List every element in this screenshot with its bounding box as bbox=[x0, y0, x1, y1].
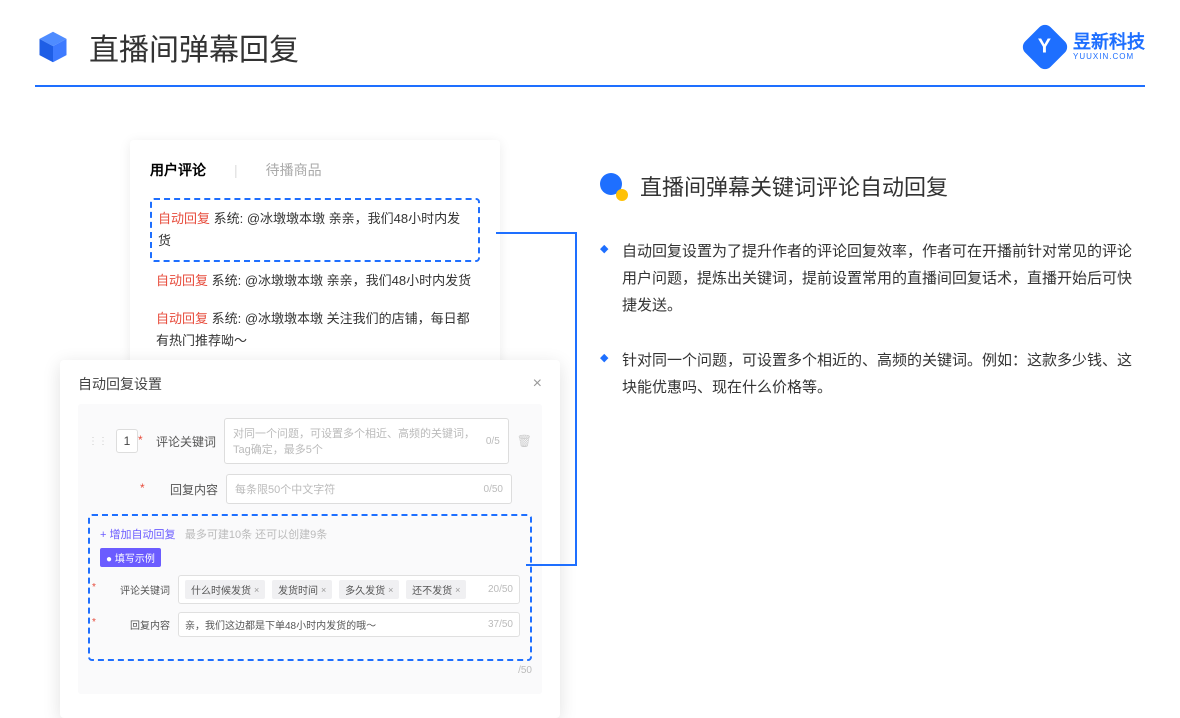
cube-icon bbox=[35, 29, 71, 65]
page-title: 直播间弹幕回复 bbox=[89, 25, 299, 69]
tag-remove-icon[interactable]: × bbox=[455, 585, 460, 595]
comment-text: 系统: @冰墩墩本墩 亲亲，我们48小时内发货 bbox=[208, 273, 471, 288]
keyword-input[interactable]: 对同一个问题，可设置多个相近、高频的关键词，Tag确定，最多5个 0/5 bbox=[224, 418, 509, 464]
tag-chip[interactable]: 还不发货× bbox=[406, 580, 466, 599]
header-left: 直播间弹幕回复 bbox=[35, 25, 299, 69]
brand-logo: Y 昱新科技 YUUXIN.COM bbox=[1027, 29, 1145, 65]
content-counter: 0/50 bbox=[484, 484, 503, 495]
left-panel: 用户评论 | 待播商品 自动回复 系统: @冰墩墩本墩 亲亲，我们48小时内发货… bbox=[60, 140, 560, 400]
feature-list: 自动回复设置为了提升作者的评论回复效率，作者可在开播前针对常见的评论用户问题，提… bbox=[600, 238, 1140, 401]
keyword-counter: 0/5 bbox=[486, 436, 500, 447]
settings-card: 自动回复设置 × ⋮⋮ 1 评论关键词 对同一个问题，可设置多个相近、高频的关键… bbox=[60, 360, 560, 718]
brand-url: YUUXIN.COM bbox=[1073, 53, 1145, 62]
settings-title: 自动回复设置 bbox=[78, 374, 162, 394]
ex-content-label: 回复内容 bbox=[100, 617, 170, 632]
tag-chip[interactable]: 多久发货× bbox=[339, 580, 399, 599]
tag-remove-icon[interactable]: × bbox=[254, 585, 259, 595]
comment-row: 自动回复 系统: @冰墩墩本墩 关注我们的店铺，每日都有热门推荐呦～ bbox=[150, 300, 480, 360]
add-hint: 最多可建10条 还可以创建9条 bbox=[185, 529, 327, 541]
ex-content-value: 亲，我们这边都是下单48小时内发货的哦～ bbox=[185, 617, 376, 632]
ex-keyword-input[interactable]: 什么时候发货× 发货时间× 多久发货× 还不发货× 20/50 bbox=[178, 575, 520, 604]
auto-reply-tag: 自动回复 bbox=[156, 311, 208, 326]
bullet-icon bbox=[600, 173, 626, 199]
outer-counter: /50 bbox=[88, 665, 532, 676]
brand-name: 昱新科技 bbox=[1073, 33, 1145, 53]
keyword-placeholder: 对同一个问题，可设置多个相近、高频的关键词，Tag确定，最多5个 bbox=[233, 425, 480, 457]
auto-reply-tag: 自动回复 bbox=[158, 211, 210, 226]
section-head: 直播间弹幕关键词评论自动回复 bbox=[600, 170, 1140, 202]
ex-kw-counter: 20/50 bbox=[488, 584, 513, 595]
comment-row: 自动回复 系统: @冰墩墩本墩 亲亲，我们48小时内发货 bbox=[150, 262, 480, 300]
comment-row-highlighted: 自动回复 系统: @冰墩墩本墩 亲亲，我们48小时内发货 bbox=[150, 198, 480, 262]
section-title: 直播间弹幕关键词评论自动回复 bbox=[640, 170, 948, 202]
ex-content-input[interactable]: 亲，我们这边都是下单48小时内发货的哦～ 37/50 bbox=[178, 612, 520, 637]
tab-pending-goods[interactable]: 待播商品 bbox=[266, 160, 322, 180]
auto-reply-tag: 自动回复 bbox=[156, 273, 208, 288]
keyword-label: 评论关键词 bbox=[146, 433, 216, 450]
example-box: + 增加自动回复 最多可建10条 还可以创建9条 ● 填写示例 评论关键词 什么… bbox=[88, 514, 532, 661]
right-panel: 直播间弹幕关键词评论自动回复 自动回复设置为了提升作者的评论回复效率，作者可在开… bbox=[600, 170, 1140, 429]
page-header: 直播间弹幕回复 Y 昱新科技 YUUXIN.COM bbox=[35, 25, 1145, 69]
tabs-row: 用户评论 | 待播商品 bbox=[150, 160, 480, 180]
feature-item: 自动回复设置为了提升作者的评论回复效率，作者可在开播前针对常见的评论用户问题，提… bbox=[600, 238, 1140, 319]
example-badge: ● 填写示例 bbox=[100, 548, 161, 567]
ex-keyword-label: 评论关键词 bbox=[100, 582, 170, 597]
tag-chip[interactable]: 什么时候发货× bbox=[185, 580, 265, 599]
content-label: 回复内容 bbox=[148, 481, 218, 498]
index-box: 1 bbox=[116, 429, 138, 453]
ex-content-counter: 37/50 bbox=[488, 619, 513, 630]
delete-icon[interactable]: 🗑 bbox=[517, 434, 532, 448]
feature-item: 针对同一个问题，可设置多个相近的、高频的关键词。例如：这款多少钱、这块能优惠吗、… bbox=[600, 347, 1140, 401]
content-placeholder: 每条限50个中文字符 bbox=[235, 481, 335, 497]
brand-icon: Y bbox=[1020, 22, 1071, 73]
tag-chip[interactable]: 发货时间× bbox=[272, 580, 332, 599]
header-divider bbox=[35, 85, 1145, 87]
close-icon[interactable]: × bbox=[533, 375, 542, 393]
add-auto-reply-link[interactable]: + 增加自动回复 bbox=[100, 529, 175, 541]
drag-handle-icon[interactable]: ⋮⋮ bbox=[88, 436, 108, 447]
tab-divider: | bbox=[234, 162, 238, 178]
tab-user-comments[interactable]: 用户评论 bbox=[150, 160, 206, 180]
tag-remove-icon[interactable]: × bbox=[388, 585, 393, 595]
content-input[interactable]: 每条限50个中文字符 0/50 bbox=[226, 474, 512, 504]
tag-remove-icon[interactable]: × bbox=[321, 585, 326, 595]
